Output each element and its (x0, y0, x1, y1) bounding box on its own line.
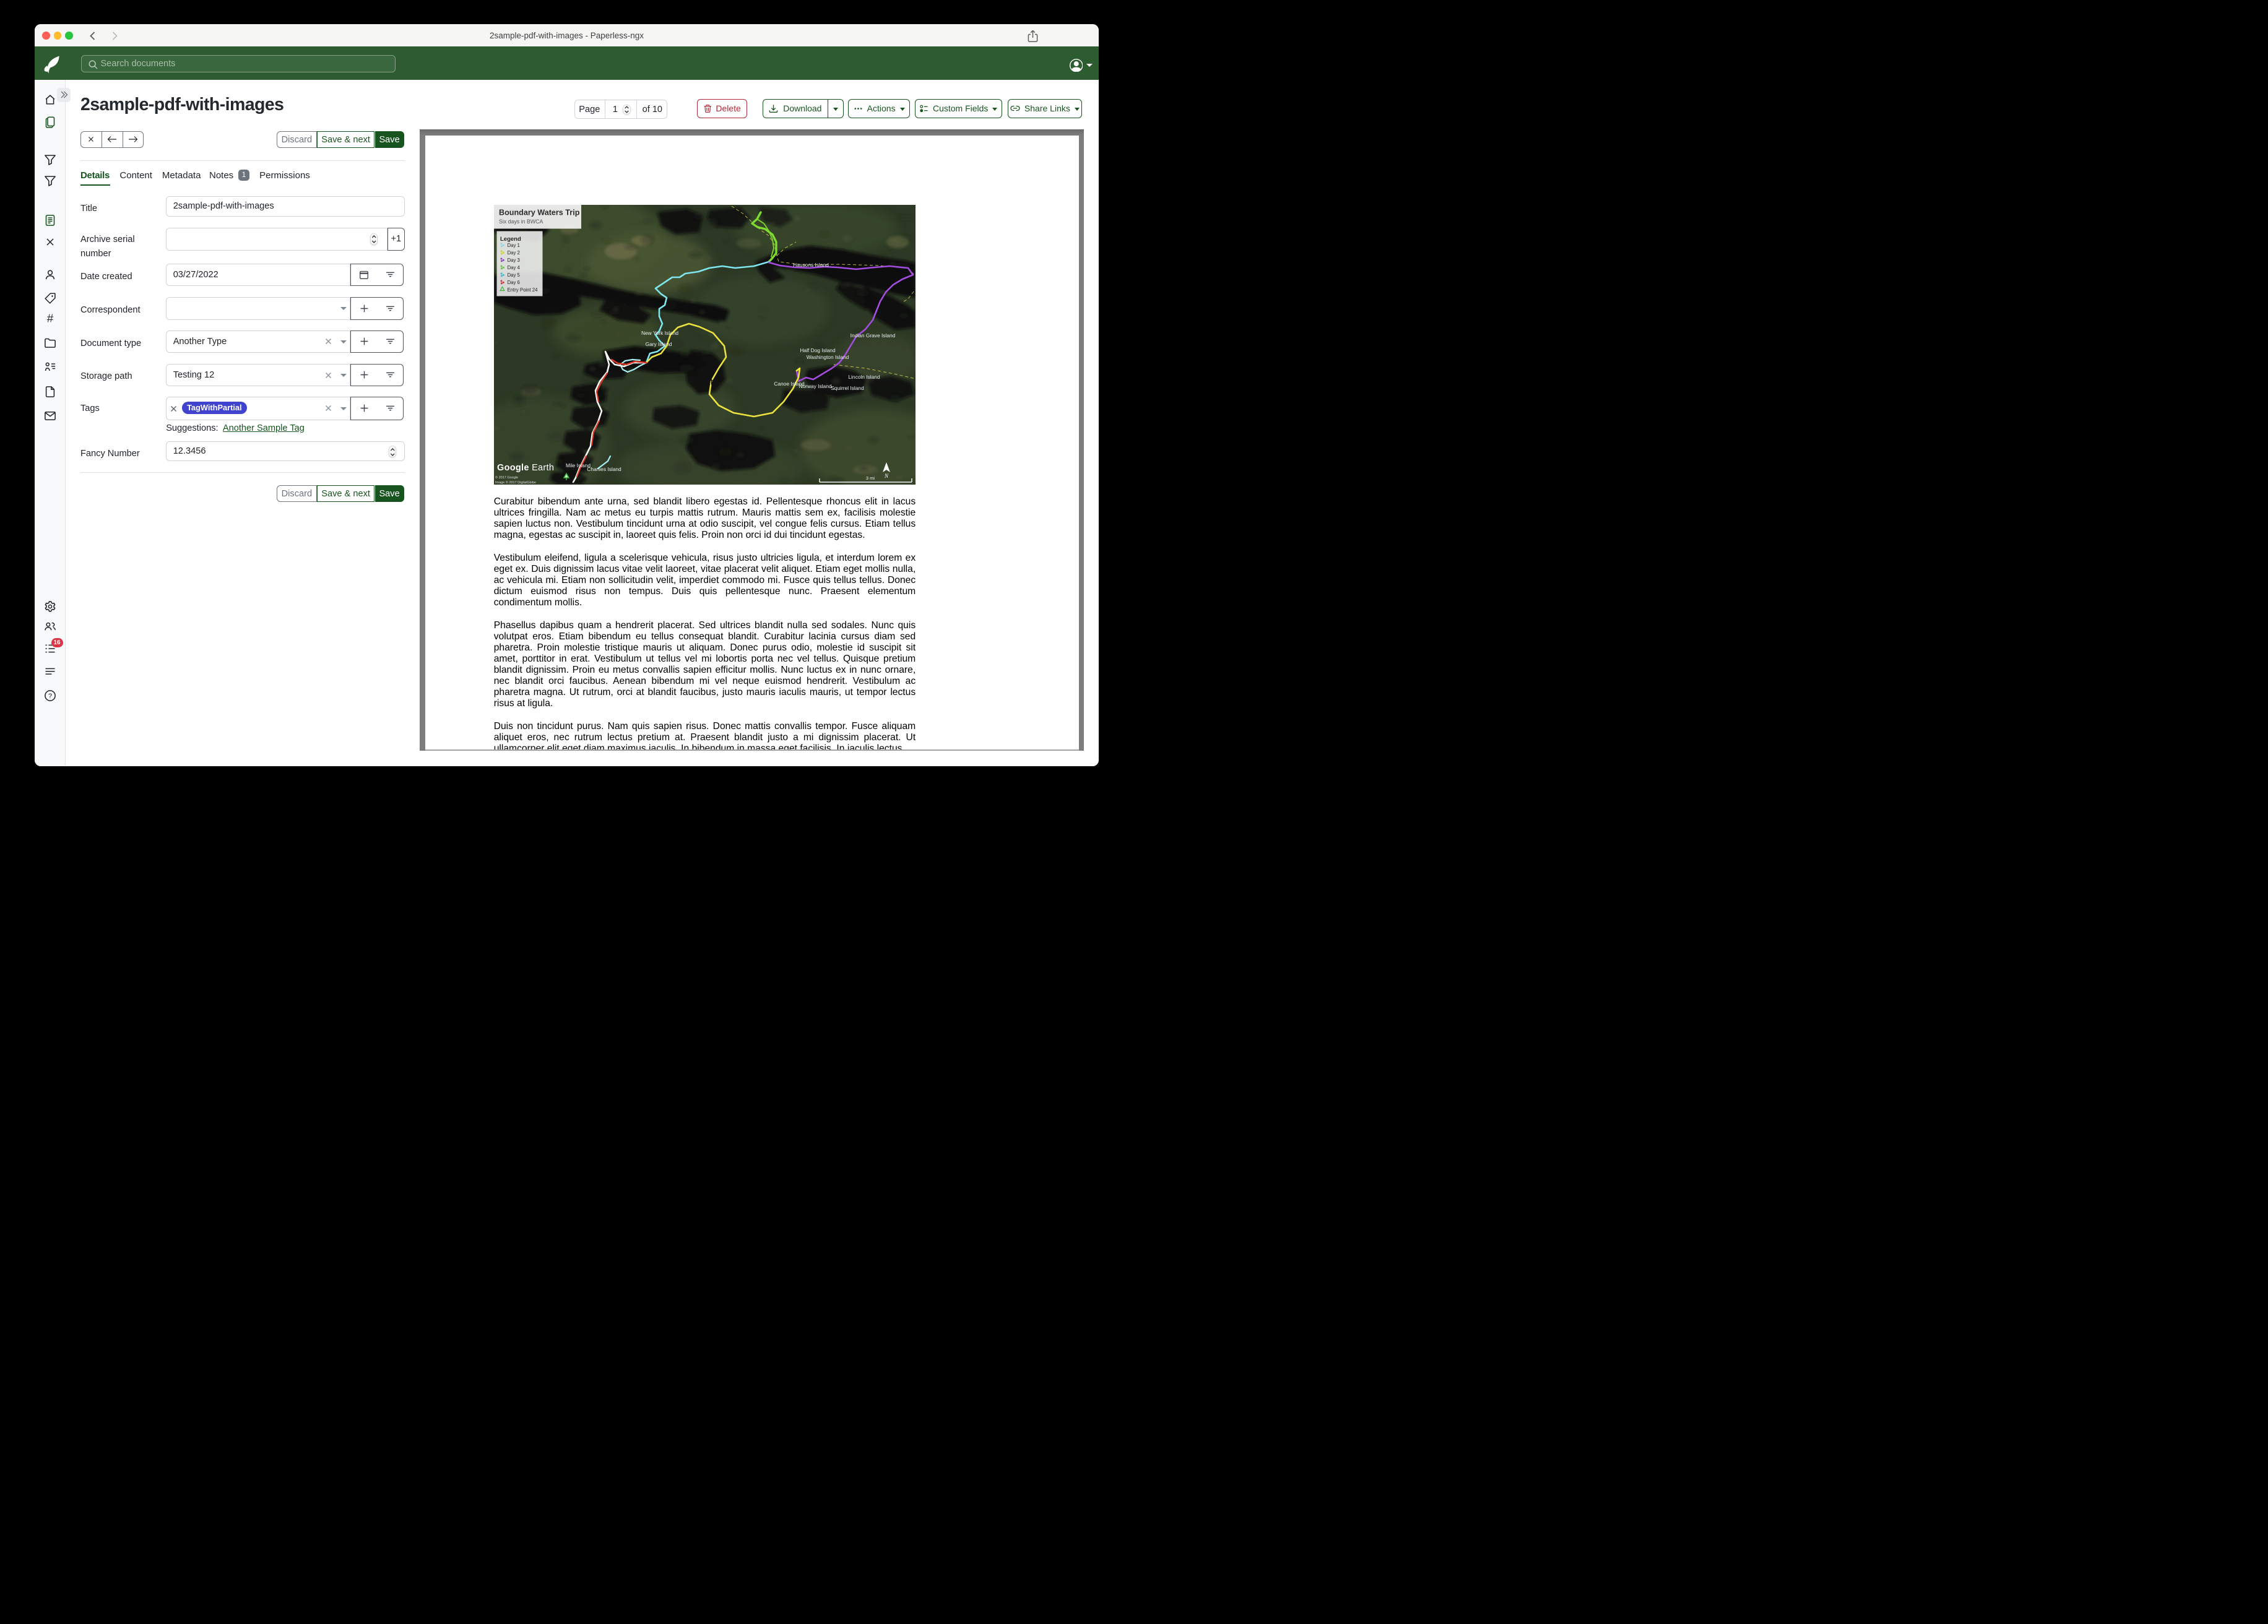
svg-text:© 2017 Google: © 2017 Google (495, 475, 518, 480)
svg-text:Day 1: Day 1 (507, 243, 519, 248)
svg-text:Legend: Legend (500, 236, 521, 243)
svg-text:Day 4: Day 4 (507, 265, 520, 270)
svg-text:Squirrel Island: Squirrel Island (831, 385, 864, 391)
svg-text:Day 5: Day 5 (507, 272, 520, 278)
svg-text:Day 2: Day 2 (507, 250, 519, 256)
svg-text:Norway Island: Norway Island (799, 383, 831, 389)
svg-text:Gary Island: Gary Island (645, 341, 672, 347)
svg-text:Text: Text (696, 378, 713, 387)
svg-text:?: ? (48, 693, 51, 700)
svg-text:Entry Point 24: Entry Point 24 (507, 287, 538, 293)
svg-text:Lincoln Island: Lincoln Island (848, 374, 880, 380)
svg-text:Day 6: Day 6 (507, 280, 519, 285)
svg-text:Image © 2017 DigitalGlobe: Image © 2017 DigitalGlobe (495, 480, 536, 485)
svg-text:Half Dog Island: Half Dog Island (800, 347, 836, 353)
svg-text:Washington Island: Washington Island (806, 354, 849, 360)
svg-text:3 mi: 3 mi (866, 475, 875, 481)
svg-text:Google Earth: Google Earth (497, 463, 554, 473)
svg-text:Boundary Waters Trip: Boundary Waters Trip (499, 208, 580, 217)
svg-text:Charlies Island: Charlies Island (587, 466, 621, 472)
svg-text:N: N (884, 473, 889, 479)
svg-text:Six days in BWCA: Six days in BWCA (499, 218, 543, 225)
svg-text:#: # (46, 312, 53, 324)
svg-text:Day 3: Day 3 (507, 257, 519, 263)
svg-text:New York Island: New York Island (641, 330, 678, 336)
svg-text:Hausons Island: Hausons Island (793, 262, 829, 268)
svg-text:Indian Grave Island: Indian Grave Island (850, 332, 895, 339)
